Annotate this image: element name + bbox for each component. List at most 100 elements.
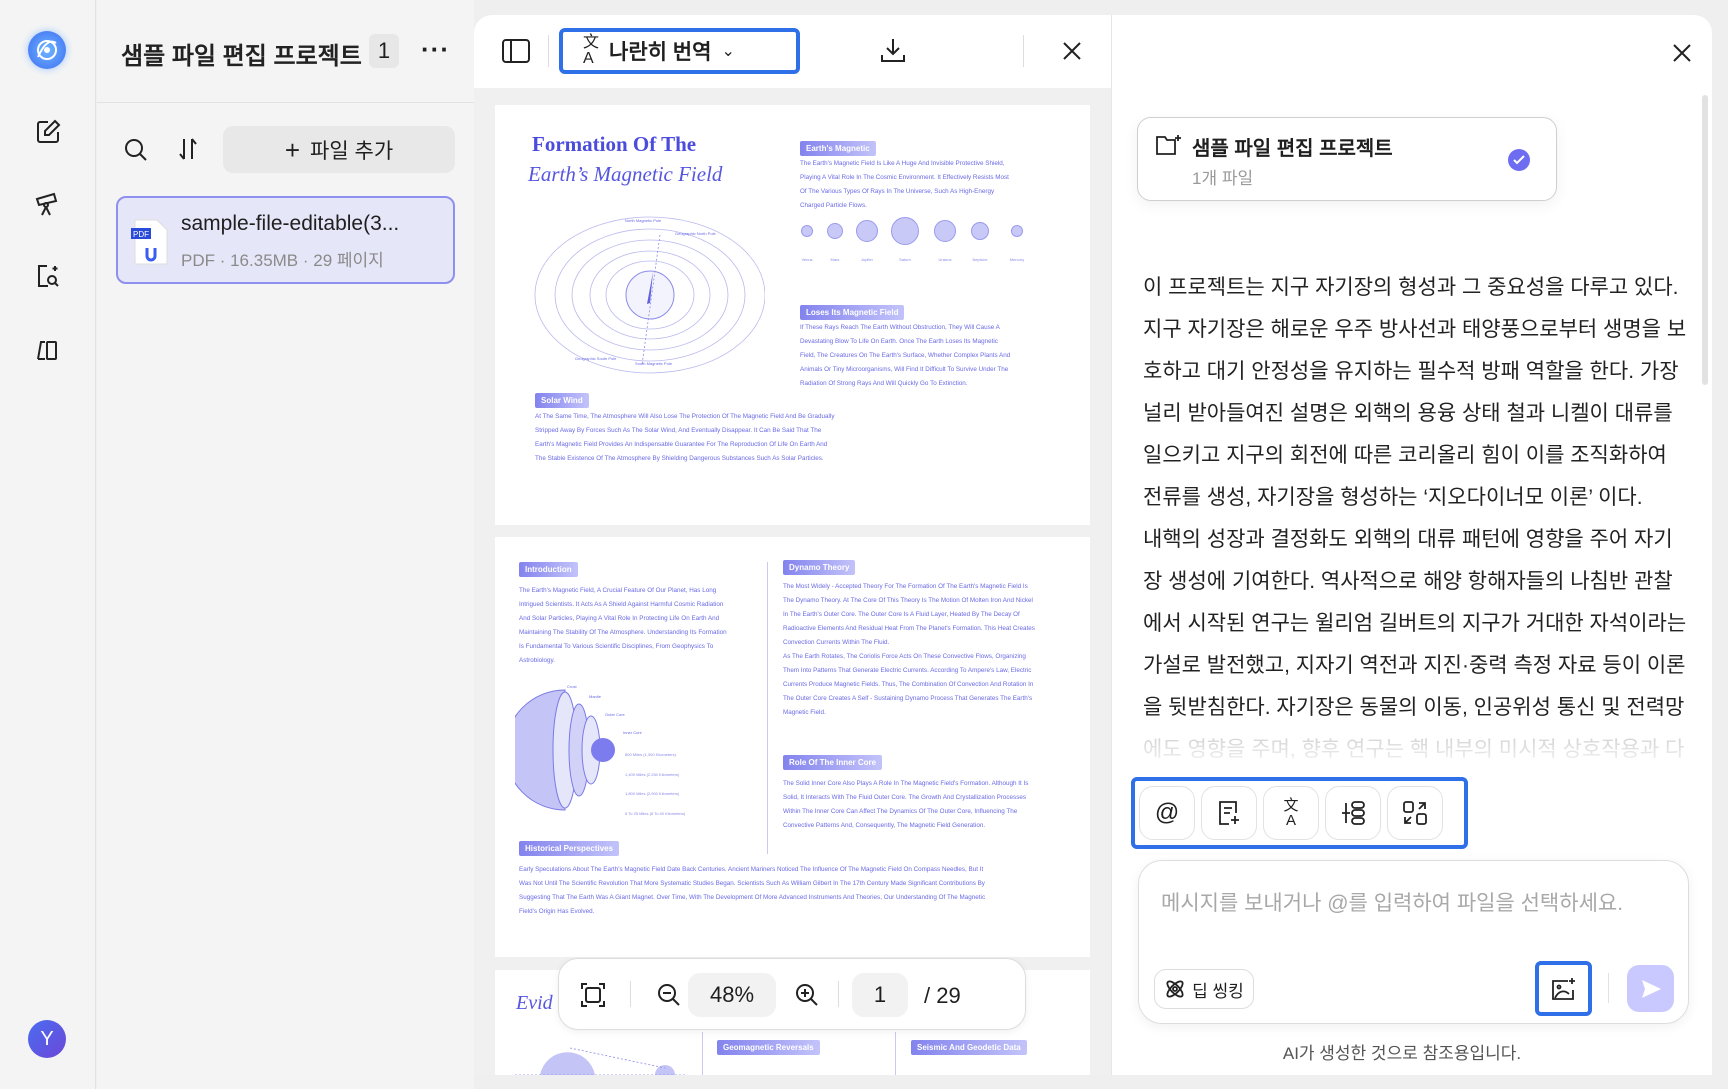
planet-icon <box>827 223 843 239</box>
column-divider <box>895 1032 896 1075</box>
ai-response-text: 이 프로젝트는 지구 자기장의 형성과 그 중요성을 다루고 있다. 지구 자기장… <box>1143 267 1687 771</box>
scrollbar-thumb[interactable] <box>1702 95 1708 385</box>
text-line: And Solar Particles, Playing A Vital Rol… <box>519 615 720 622</box>
mind-map-icon <box>1342 801 1365 825</box>
section-tag: Earth's Magnetic <box>800 141 876 156</box>
section-tag: Geomagnetic Reversals <box>717 1040 820 1055</box>
text-line: Was Not Until The Scientific Revolution … <box>519 880 985 887</box>
text-line: Currents Produce Magnetic Fields. Thus, … <box>783 681 1034 688</box>
text-line: As The Earth Rotates, The Coriolis Force… <box>783 653 1026 660</box>
toggle-sidebar-icon[interactable] <box>502 39 530 63</box>
search-icon[interactable] <box>124 138 148 162</box>
quick-actions: @ 文A <box>1131 777 1468 849</box>
deep-thinking-button[interactable]: 딥 씽킹 <box>1154 969 1254 1009</box>
search-document-icon[interactable] <box>32 260 64 292</box>
pdf-page-1: Formation Of The Earth’s Magnetic Field … <box>495 105 1090 525</box>
text-line: 장 생성에 기여한다. 역사적으로 해양 항해자들의 나침반 관찰 <box>1143 570 1673 593</box>
diagram-label: Geographic North Pole <box>675 231 716 236</box>
zoom-in-icon[interactable] <box>795 983 819 1007</box>
avatar[interactable]: Y <box>28 1020 66 1058</box>
more-options-button[interactable]: ··· <box>421 34 450 65</box>
text-line: 지구 자기장은 해로운 우주 방사선과 태양풍으로부터 생명을 보 <box>1143 318 1687 341</box>
svg-text:800 Miles (1,300 Kilometers): 800 Miles (1,300 Kilometers) <box>625 752 677 757</box>
sort-icon[interactable] <box>176 136 200 162</box>
diagram <box>515 1047 685 1075</box>
text-line: 호하고 대기 안정성을 유지하는 필수적 방패 역할을 한다. 가장 <box>1143 360 1679 383</box>
svg-text:Outer Core: Outer Core <box>605 712 626 717</box>
add-file-button[interactable]: + 파일 추가 <box>223 126 455 173</box>
section-tag: Introduction <box>519 562 578 577</box>
file-list-item[interactable]: PDF sample-file-editable(3... PDF · 16.3… <box>116 196 455 284</box>
text-line: 내핵의 성장과 결정화도 외핵의 대류 패턴에 영향을 주어 자기 <box>1143 528 1673 551</box>
text-line: Radiation Of Strong Rays And Will Quickl… <box>800 380 968 387</box>
zoom-out-icon[interactable] <box>657 983 681 1007</box>
planet-label: Uranus <box>938 257 952 262</box>
text-line: In The Earth's Outer Core. The Outer Cor… <box>783 611 1020 618</box>
translate-icon: 文A <box>583 34 600 67</box>
text-line: Charged Particle Flows. <box>800 202 867 209</box>
text-line: Stripped Away By Forces Such As The Sola… <box>535 427 822 434</box>
svg-text:1,800 Miles (2,900 Kilometers): 1,800 Miles (2,900 Kilometers) <box>625 791 680 796</box>
page-title: Evid <box>516 992 553 1014</box>
text-line: Convection Currents Within The Fluid. <box>783 639 890 646</box>
section-paragraph: At The Same Time, The Atmosphere Will Al… <box>535 410 835 466</box>
planet-icon <box>891 217 919 245</box>
close-chat-icon[interactable] <box>1672 43 1692 63</box>
edit-icon[interactable] <box>32 116 64 148</box>
fade-overlay <box>1122 715 1692 775</box>
message-input[interactable]: 메시지를 보내거나 @를 입력하여 파일을 선택하세요. <box>1161 887 1623 917</box>
text-line: Maintaining The Stability Of The Atmosph… <box>519 629 727 636</box>
library-icon[interactable] <box>32 333 64 365</box>
mention-button[interactable]: @ <box>1139 786 1195 840</box>
text-line: Solid, It Interacts With The Fluid Outer… <box>783 794 1026 801</box>
document-viewer: 文A 나란히 번역 ⌄ Formation Of The Earth’s Mag… <box>474 15 1111 1075</box>
translate-button[interactable]: 文A <box>1263 786 1319 840</box>
message-composer: 메시지를 보내거나 @를 입력하여 파일을 선택하세요. 딥 씽킹 <box>1138 860 1689 1024</box>
download-icon[interactable] <box>880 37 906 63</box>
text-line: The Solid Inner Core Also Plays A Role I… <box>783 780 1029 787</box>
section-paragraph: The Solid Inner Core Also Plays A Role I… <box>783 777 1028 833</box>
file-panel: 샘플 파일 편집 프로젝트 1 ··· + 파일 추가 PDF sample-f… <box>97 0 474 1089</box>
file-meta: PDF · 16.35MB · 29 페이지 <box>181 251 384 270</box>
project-card[interactable]: 샘플 파일 편집 프로젝트 1개 파일 <box>1137 117 1557 201</box>
svg-text:Inner Core: Inner Core <box>623 730 643 735</box>
text-line: The Earth's Magnetic Field Is Like A Hug… <box>800 160 1005 167</box>
svg-text:Crust: Crust <box>567 684 577 689</box>
pdf-page-2: Introduction The Earth's Magnetic Field,… <box>495 537 1090 957</box>
page-subtitle: Earth’s Magnetic Field <box>528 162 723 186</box>
telescope-icon[interactable] <box>32 187 64 219</box>
at-icon: @ <box>1154 799 1180 826</box>
planet-label: Mars <box>830 257 840 262</box>
summarize-button[interactable] <box>1201 786 1257 840</box>
planet-row: Venus Mars Jupiter Saturn Uranus Neptune Mercu… <box>795 215 1035 275</box>
planet-icon <box>934 220 956 242</box>
section-tag: Dynamo Theory <box>783 560 856 575</box>
svg-text:PDF: PDF <box>133 230 149 239</box>
document-toolbar: 文A 나란히 번역 ⌄ <box>474 15 1111 88</box>
app-logo-icon[interactable] <box>28 31 66 69</box>
text-line: The Stable Existence Of The Atmosphere B… <box>535 455 824 462</box>
send-button[interactable] <box>1627 965 1674 1012</box>
close-document-icon[interactable] <box>1062 41 1082 61</box>
page-number-input[interactable]: 1 <box>852 973 908 1017</box>
convert-button[interactable] <box>1387 786 1443 840</box>
file-name: sample-file-editable(3... <box>181 212 400 235</box>
app-rail: Y <box>0 0 96 1089</box>
outline-button[interactable] <box>1325 786 1381 840</box>
divider <box>630 981 631 1007</box>
divider <box>548 35 549 67</box>
column-divider <box>767 562 768 854</box>
image-generate-button[interactable] <box>1535 961 1592 1016</box>
image-sparkle-icon <box>1551 977 1575 1000</box>
fit-page-icon[interactable] <box>581 983 605 1007</box>
text-line: Animals Or Tiny Microorganisms, Will Fin… <box>800 366 1009 373</box>
translate-mode-dropdown[interactable]: 文A 나란히 번역 ⌄ <box>559 28 800 74</box>
text-line: 널리 받아들여진 설명은 외핵의 용융 상태 철과 니켈이 대류를 <box>1143 402 1673 425</box>
zoom-level-field[interactable]: 48% <box>688 973 776 1017</box>
text-line: Intrigued Scientists. It Acts As A Shiel… <box>519 601 724 608</box>
section-paragraph: Early Speculations About The Earth's Mag… <box>519 863 985 919</box>
folder-sparkle-icon <box>1156 134 1182 156</box>
file-panel-header: 샘플 파일 편집 프로젝트 1 ··· <box>97 0 474 103</box>
translate-icon: 文A <box>1283 797 1299 829</box>
document-sparkle-icon <box>1219 801 1239 825</box>
